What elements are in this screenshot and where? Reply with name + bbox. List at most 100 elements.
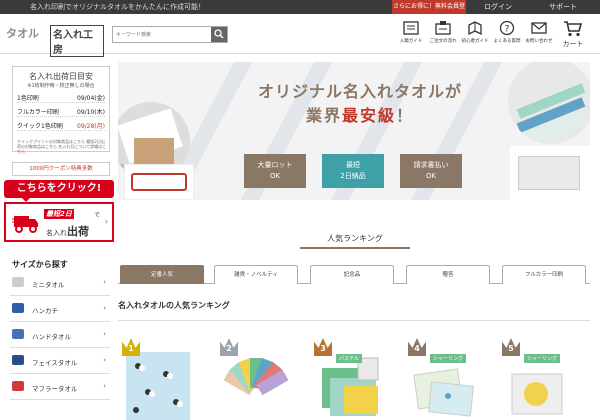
hero-feature-line2: 2日納品 (340, 172, 366, 180)
shipping-row-date: 09/28(月) (77, 123, 105, 130)
page: { "topbar": { "tagline": "名入れ印刷でオリジナルタオル… (0, 0, 600, 420)
nav-label: よくある質問 (493, 39, 521, 44)
chevron-right-icon: › (103, 330, 106, 338)
size-item-muffler-towel[interactable]: マフラータオル › (10, 374, 110, 400)
shipping-row-label: フルカラー印刷 (17, 109, 59, 116)
towel-thumbnail (12, 381, 24, 391)
site-header: タオル 名入れ工房 入稿ガイド ご注文の流れ 初心者ガイド ? よくある質問 お… (0, 14, 600, 57)
hero-towel-photo-embroidered (124, 164, 194, 200)
size-item-handkerchief[interactable]: ハンカチ › (10, 296, 110, 322)
faq-icon: ? (499, 20, 515, 36)
nav-beginner-guide[interactable]: 初心者ガイド (460, 20, 490, 50)
nav-label: 初心者ガイド (461, 39, 489, 44)
towel-thumbnail (12, 277, 24, 287)
chevron-right-icon: › (103, 382, 106, 390)
hero-headline-2-post: ！ (396, 106, 415, 125)
login-link[interactable]: ログイン (468, 0, 528, 14)
basket-shape (134, 138, 174, 164)
shipping-date-box: 名入れ出荷日目安 ※1枚制作時・校正無しの場合 1色印刷 09/04(金) フル… (12, 66, 110, 154)
search-box (112, 26, 228, 43)
shipping-title: 名入れ出荷日目安 (29, 72, 93, 81)
cart-button[interactable]: カート (558, 20, 588, 50)
nav-faq[interactable]: ? よくある質問 (492, 20, 522, 50)
logo-sub: 名入れ工房 (50, 25, 104, 57)
panda-pattern (133, 363, 183, 413)
size-item-face-towel[interactable]: フェイスタオル › (10, 348, 110, 374)
product-card-rank-4[interactable]: 4 シャーリング (404, 338, 480, 420)
tab-full-color[interactable]: フルカラー印刷 (502, 265, 586, 284)
hero-headline-2-pre: 業界 (305, 106, 342, 125)
rank-number: 2 (226, 344, 232, 353)
hero-feature-line2: OK (269, 172, 281, 180)
svg-text:?: ? (505, 25, 510, 35)
product-card-rank-2[interactable]: 2 (216, 338, 292, 420)
nav-label: 入稿ガイド (399, 39, 423, 44)
fast-badge: 最短2日 (44, 209, 74, 219)
size-item-label: フェイスタオル (32, 359, 78, 367)
shipping-note-text: クイックプリントの対象商品はこちら 最短2日出荷の対象商品はこちら 名入れ日につ… (17, 139, 105, 149)
hero-headline: オリジナル名入れタオルが (257, 82, 462, 101)
shipping-subtitle: ※1枚制作時・校正無しの場合 (27, 83, 95, 89)
coupon-banner[interactable]: 1000円クーポン特典多数 (12, 162, 110, 176)
hero-towel-photo-bottom-right (510, 146, 590, 200)
upload-guide-icon (403, 21, 419, 35)
hero-towel-photo-right (508, 62, 590, 144)
product-tag: シャーリング (430, 354, 467, 363)
search-icon (214, 29, 224, 39)
search-input[interactable] (113, 27, 211, 42)
nav-upload-guide[interactable]: 入稿ガイド (396, 20, 426, 50)
towel-thumbnail (12, 355, 24, 365)
click-here-bubble: こちらをクリック! (4, 180, 114, 202)
product-tag: パステル (336, 354, 363, 363)
logo-main: タオル (6, 27, 39, 40)
tab-standard[interactable]: 定番人気 (120, 265, 204, 284)
product-image (126, 352, 190, 420)
product-tag: シャーリング (524, 354, 561, 363)
size-item-mini-towel[interactable]: ミニタオル › (10, 270, 110, 296)
shipping-row: クイック1色印刷 09/28(月) (17, 121, 105, 131)
shipping-row: フルカラー印刷 09/10(木) (17, 107, 105, 117)
fast-shipping-banner[interactable]: 最短2日 で 名入れ出荷 › (4, 202, 114, 242)
rank-number: 4 (414, 344, 420, 353)
hero-feature-line1: 大量ロット (257, 161, 293, 169)
tab-goods-novelty[interactable]: 雑貨・ノベルティ (214, 265, 298, 284)
fast-de: で (94, 212, 101, 219)
beginner-guide-icon (468, 21, 482, 36)
hero-feature-line1: 請求書払い (413, 161, 449, 169)
support-link[interactable]: サポート (530, 0, 596, 14)
product-card-rank-5[interactable]: 5 シャーリング (498, 338, 574, 420)
cart-label: カート (562, 40, 584, 48)
fast-text: 名入れ出荷 (46, 223, 89, 239)
rank-number: 3 (320, 344, 326, 353)
rank-number: 5 (508, 344, 514, 353)
hero-banner[interactable]: オリジナル名入れタオルが 業界最安級！ 大量ロット OK 最短 2日納品 請求書払い… (118, 62, 590, 200)
product-card-rank-1[interactable]: 1 (118, 338, 194, 420)
towel-shape (518, 156, 580, 190)
size-item-label: ハンドタオル (32, 333, 71, 341)
hero-headline-2: 業界最安級！ (212, 102, 508, 126)
chevron-right-icon: › (103, 278, 106, 286)
size-item-hand-towel[interactable]: ハンドタオル › (10, 322, 110, 348)
towel-border (131, 173, 187, 191)
nav-order-flow[interactable]: ご注文の流れ (428, 20, 458, 50)
hero-feature-invoice: 請求書払い OK (400, 154, 462, 188)
tab-commemorative[interactable]: 記念品 (310, 265, 394, 284)
hero-feature-line1: 最短 (346, 161, 360, 169)
search-button[interactable] (211, 27, 227, 42)
signup-button[interactable]: さらにお得に！無料会員登録 (392, 0, 466, 24)
site-logo[interactable]: タオル 名入れ工房 (6, 24, 104, 57)
tab-gift[interactable]: 贈答 (406, 265, 490, 284)
top-bar: 名入れ印刷でオリジナルタオルをかんたんに作成可能！ さらにお得に！無料会員登録 … (0, 0, 600, 24)
product-card-rank-3[interactable]: 3 パステル (310, 338, 386, 420)
size-item-label: ミニタオル (32, 281, 65, 289)
hero-feature-fast: 最短 2日納品 (322, 154, 384, 188)
towel-thumbnail (12, 329, 24, 339)
shipping-row-label: 1色印刷 (17, 95, 39, 102)
nav-contact[interactable]: お問い合わせ (524, 20, 554, 50)
hero-feature-bulk: 大量ロット OK (244, 154, 306, 188)
color-swatch-fan (223, 357, 289, 396)
size-item-label: マフラータオル (32, 385, 78, 393)
fast-text-pre: 名入れ (46, 229, 67, 237)
towel-thumbnail (12, 303, 24, 313)
order-flow-icon (435, 21, 451, 35)
